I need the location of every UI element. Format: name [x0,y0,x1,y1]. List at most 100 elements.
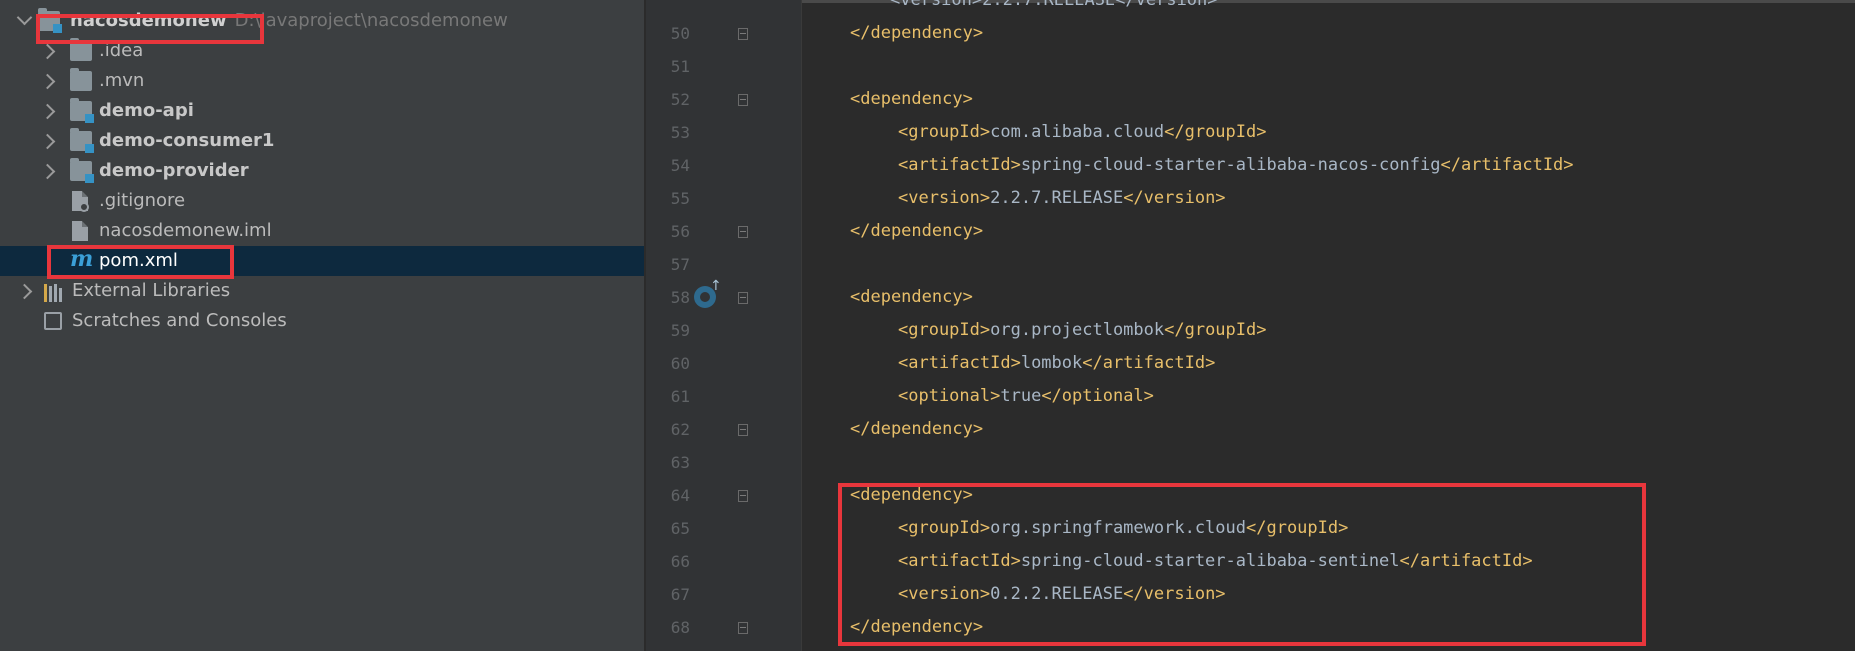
editor-top-edge [646,0,1855,3]
fold-marker-icon[interactable] [738,226,748,238]
xml-tag: </dependency> [850,617,984,637]
xml-value: org.projectlombok [990,320,1165,340]
iml-file-icon [72,221,88,241]
xml-value: 2.2.7.RELEASE [990,188,1124,208]
line-number: 61 [670,387,690,406]
gitignore-file-icon [72,191,89,212]
code-line: <groupId>org.projectlombok</groupId> [898,320,1266,340]
module-folder-icon [38,8,62,33]
line-number: 53 [670,123,690,142]
tree-item-mvn[interactable]: .mvn [0,66,644,96]
tree-item-demo-consumer1[interactable]: demo-consumer1 [0,126,644,156]
module-folder-icon [70,98,94,123]
line-number: 65 [670,519,690,538]
code-editor[interactable]: <version>2.2.7.RELEASE</version> 50</dep… [646,0,1855,651]
xml-tag: </dependency> [850,23,984,43]
line-number: 56 [670,222,690,241]
project-panel: nacosdemonew D:\javaproject\nacosdemonew … [0,0,644,651]
xml-close-tag: </artifactId> [1399,551,1533,571]
xml-open-tag: <version> [898,188,991,208]
xml-open-tag: <version> [898,584,991,604]
folder-icon [70,38,92,61]
xml-open-tag: <artifactId> [898,551,1021,571]
tree-item-iml[interactable]: nacosdemonew.iml [0,216,644,246]
fold-marker-icon[interactable] [738,94,748,106]
tree-item-demo-provider[interactable]: demo-provider [0,156,644,186]
chevron-right-icon[interactable] [16,283,33,300]
libraries-icon [44,282,66,302]
xml-close-tag: </artifactId> [1440,155,1574,175]
tree-item-idea[interactable]: .idea [0,36,644,66]
code-line: <artifactId>lombok</artifactId> [898,353,1215,373]
tree-item-label: .idea [99,40,144,61]
line-number: 66 [670,552,690,571]
code-line: <dependency> [850,485,973,505]
module-folder-icon [70,158,94,183]
tree-item-label: .gitignore [99,190,186,211]
xml-close-tag: </groupId> [1164,320,1267,340]
xml-open-tag: <groupId> [898,122,991,142]
tree-item-demo-api[interactable]: demo-api [0,96,644,126]
gutter-divider [801,0,802,651]
tree-item-scratches[interactable]: Scratches and Consoles [0,306,644,336]
xml-value: lombok [1020,353,1083,373]
fold-marker-icon[interactable] [738,292,748,304]
line-number: 62 [670,420,690,439]
maven-file-icon: m [70,246,94,272]
code-line: <groupId>org.springframework.cloud</grou… [898,518,1348,538]
tree-root-nacosdemonew[interactable]: nacosdemonew D:\javaproject\nacosdemonew [0,6,644,36]
code-line: <optional>true</optional> [898,386,1154,406]
code-line: </dependency> [850,23,983,43]
chevron-right-icon[interactable] [39,43,56,60]
fold-marker-icon[interactable] [738,490,748,502]
code-line: </dependency> [850,617,983,637]
xml-tag: </dependency> [850,419,984,439]
line-number: 52 [670,90,690,109]
xml-value: true [1000,386,1042,406]
root-path: D:\javaproject\nacosdemonew [234,10,508,31]
line-number: 67 [670,585,690,604]
chevron-right-icon[interactable] [39,133,56,150]
line-number: 51 [670,57,690,76]
xml-open-tag: <groupId> [898,320,991,340]
fold-marker-icon[interactable] [738,622,748,634]
line-number: 58 [670,288,690,307]
tree-item-label: demo-api [99,100,194,121]
xml-value: org.springframework.cloud [990,518,1246,538]
partial-code-line: <version>2.2.7.RELEASE</version> [890,0,1218,10]
code-line: <artifactId>spring-cloud-starter-alibaba… [898,551,1533,571]
code-line: <dependency> [850,287,973,307]
tree-item-label: Scratches and Consoles [72,310,287,331]
xml-close-tag: </artifactId> [1082,353,1216,373]
xml-tag: <dependency> [850,287,973,307]
chevron-right-icon[interactable] [39,103,56,120]
maven-sync-icon[interactable] [694,278,722,308]
xml-close-tag: </version> [1123,188,1226,208]
chevron-down-icon[interactable] [16,9,33,26]
xml-open-tag: <artifactId> [898,353,1021,373]
tree-item-pom-xml[interactable]: m pom.xml [0,246,644,276]
chevron-right-icon[interactable] [39,163,56,180]
fold-marker-icon[interactable] [738,424,748,436]
xml-value: com.alibaba.cloud [990,122,1165,142]
xml-open-tag: <groupId> [898,518,991,538]
root-label: nacosdemonew [70,10,227,31]
chevron-right-icon[interactable] [39,73,56,90]
fold-marker-icon[interactable] [738,28,748,40]
xml-value: spring-cloud-starter-alibaba-sentinel [1020,551,1400,571]
xml-open-tag: <optional> [898,386,1001,406]
tree-item-external-libraries[interactable]: External Libraries [0,276,644,306]
line-number: 50 [670,24,690,43]
code-line: <version>0.2.2.RELEASE</version> [898,584,1226,604]
xml-tag: <dependency> [850,89,973,109]
tree-item-label: nacosdemonew.iml [99,220,272,241]
xml-tag: </dependency> [850,221,984,241]
xml-open-tag: <artifactId> [898,155,1021,175]
code-line: <version>2.2.7.RELEASE</version> [898,188,1226,208]
line-number: 54 [670,156,690,175]
tree-item-gitignore[interactable]: .gitignore [0,186,644,216]
xml-close-tag: </groupId> [1246,518,1349,538]
xml-value: 0.2.2.RELEASE [990,584,1124,604]
line-number: 60 [670,354,690,373]
tree-item-label: demo-consumer1 [99,130,275,151]
